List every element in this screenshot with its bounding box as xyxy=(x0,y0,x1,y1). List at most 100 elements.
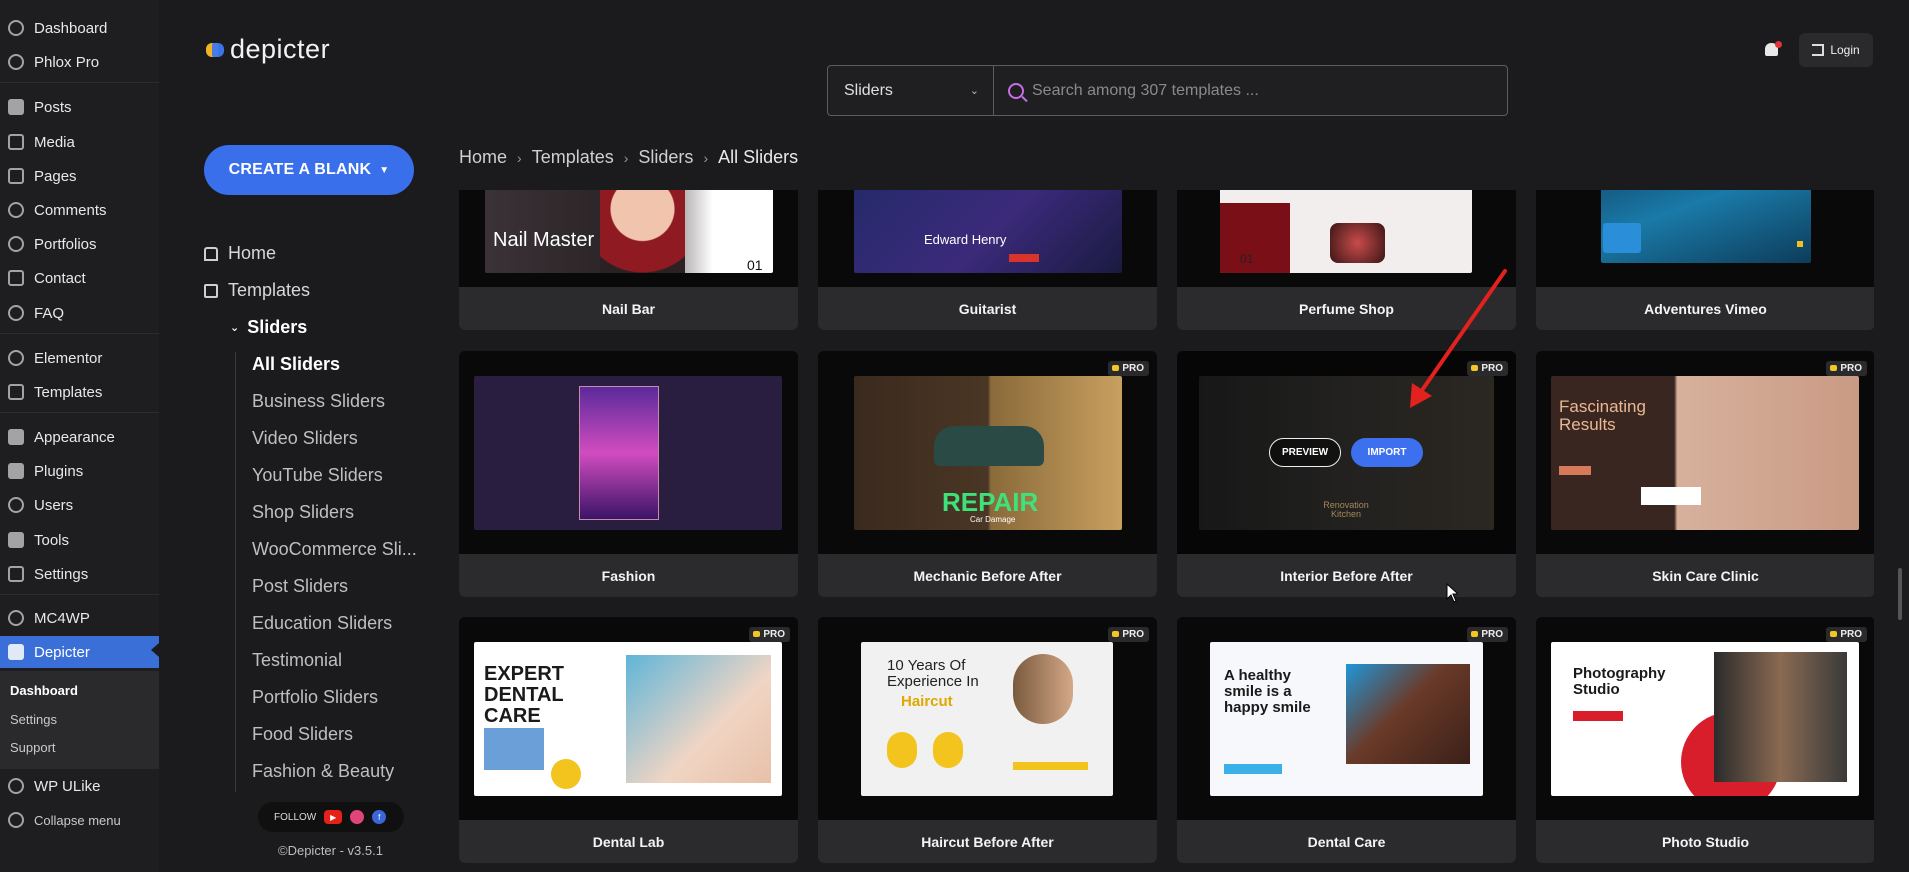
wp-menu-users[interactable]: Users xyxy=(0,491,159,519)
wp-menu-posts[interactable]: Posts xyxy=(0,93,159,121)
category-business-sliders[interactable]: Business Sliders xyxy=(252,391,385,412)
home-icon xyxy=(204,246,218,261)
submenu-settings[interactable]: Settings xyxy=(10,712,57,727)
category-education-sliders[interactable]: Education Sliders xyxy=(252,613,392,634)
pro-badge: PRO xyxy=(1108,361,1149,376)
login-button[interactable]: Login xyxy=(1799,33,1873,67)
wp-menu-contact[interactable]: Contact xyxy=(0,264,159,292)
template-card-guitarist[interactable]: Edward Henry Guitarist xyxy=(818,190,1157,330)
wp-menu-wp-ulike[interactable]: WP ULike xyxy=(0,772,159,800)
gauge-icon xyxy=(8,20,24,36)
depicter-logo[interactable]: depicter xyxy=(206,34,330,65)
divider xyxy=(0,594,159,595)
submenu-support[interactable]: Support xyxy=(10,740,56,755)
pro-badge: PRO xyxy=(1108,627,1149,642)
template-card-fashion[interactable]: Fashion xyxy=(459,351,798,597)
template-card-mechanic-before-after[interactable]: REPAIR Car Damage PRO Mechanic Before Af… xyxy=(818,351,1157,597)
search-input[interactable] xyxy=(1024,66,1507,115)
thumb-title: EXPERT DENTAL CARE xyxy=(484,663,565,727)
scrollbar-thumb[interactable] xyxy=(1898,568,1902,620)
category-portfolio-sliders[interactable]: Portfolio Sliders xyxy=(252,687,378,708)
category-all-sliders[interactable]: All Sliders xyxy=(252,354,340,375)
template-card-haircut-before-after[interactable]: 10 Years Of Experience In Haircut PRO Ha… xyxy=(818,617,1157,863)
card-title: Guitarist xyxy=(818,287,1157,330)
card-title: Mechanic Before After xyxy=(818,554,1157,597)
wp-menu-label: Plugins xyxy=(34,462,84,480)
breadcrumb-sliders[interactable]: Sliders xyxy=(638,147,693,168)
wp-menu-templates[interactable]: Templates xyxy=(0,378,159,406)
category-post-sliders[interactable]: Post Sliders xyxy=(252,576,348,597)
thumb-accent xyxy=(1559,466,1591,475)
wp-menu-comments[interactable]: Comments xyxy=(0,196,159,224)
create-blank-button[interactable]: CREATE A BLANK ▼ xyxy=(204,145,414,195)
category-woocommerce-sliders[interactable]: WooCommerce Sli... xyxy=(252,539,417,560)
card-thumbnail xyxy=(1536,190,1874,287)
search-icon xyxy=(1008,82,1024,99)
wp-menu-appearance[interactable]: Appearance xyxy=(0,423,159,451)
wp-menu-phlox-pro[interactable]: Phlox Pro xyxy=(0,48,159,76)
dribbble-icon[interactable] xyxy=(350,810,365,824)
wp-menu-label: Portfolios xyxy=(34,235,97,253)
import-button[interactable]: IMPORT xyxy=(1351,438,1423,467)
wp-menu-label: Comments xyxy=(34,201,107,219)
thumb-title: 10 Years Of Experience In xyxy=(887,657,979,690)
template-card-photo-studio[interactable]: Photography Studio PRO Photo Studio xyxy=(1536,617,1874,863)
submenu-dashboard[interactable]: Dashboard xyxy=(10,683,78,698)
wp-menu-elementor[interactable]: Elementor xyxy=(0,344,159,372)
thumb-accent xyxy=(1013,762,1088,770)
nav-home[interactable]: Home xyxy=(204,243,276,264)
category-shop-sliders[interactable]: Shop Sliders xyxy=(252,502,354,523)
thumb-accent xyxy=(1009,254,1039,262)
category-food-sliders[interactable]: Food Sliders xyxy=(252,724,353,745)
slide-preview-image xyxy=(1601,190,1811,263)
search-bar: Sliders ⌄ xyxy=(827,65,1508,116)
model-photo xyxy=(626,655,771,783)
wp-menu-dashboard[interactable]: Dashboard xyxy=(0,14,159,42)
template-card-nail-bar[interactable]: Nail Master 01 Nail Bar xyxy=(459,190,798,330)
category-video-sliders[interactable]: Video Sliders xyxy=(252,428,358,449)
wp-menu-collapse[interactable]: Collapse menu xyxy=(0,806,159,834)
category-testimonial[interactable]: Testimonial xyxy=(252,650,342,671)
wp-menu-mc4wp[interactable]: MC4WP xyxy=(0,604,159,632)
card-title: Dental Care xyxy=(1177,820,1516,863)
category-youtube-sliders[interactable]: YouTube Sliders xyxy=(252,465,383,486)
template-card-skin-care-clinic[interactable]: Fascinating Results PRO Skin Care Clinic xyxy=(1536,351,1874,597)
nav-templates[interactable]: Templates xyxy=(204,280,310,301)
wp-menu-depicter[interactable]: Depicter xyxy=(0,636,159,668)
wp-menu-faq[interactable]: FAQ xyxy=(0,299,159,327)
template-type-select[interactable]: Sliders ⌄ xyxy=(828,66,994,115)
card-thumbnail: A healthy smile is a happy smile xyxy=(1177,617,1516,820)
nav-sliders[interactable]: ⌄ Sliders xyxy=(230,317,307,338)
pro-badge: PRO xyxy=(1826,627,1867,642)
template-card-dental-lab[interactable]: EXPERT DENTAL CARE PRO Dental Lab xyxy=(459,617,798,863)
youtube-icon[interactable]: ▶ xyxy=(324,810,343,824)
preview-button[interactable]: PREVIEW xyxy=(1269,438,1341,467)
wp-menu-plugins[interactable]: Plugins xyxy=(0,457,159,485)
breadcrumb-templates[interactable]: Templates xyxy=(532,147,614,168)
category-fashion-beauty[interactable]: Fashion & Beauty xyxy=(252,761,394,782)
wp-menu-tools[interactable]: Tools xyxy=(0,526,159,554)
breadcrumb-sep-icon: › xyxy=(703,149,709,166)
wp-menu-pages[interactable]: Pages xyxy=(0,162,159,190)
breadcrumb-home[interactable]: Home xyxy=(459,147,507,168)
notification-bell-icon[interactable] xyxy=(1764,41,1782,58)
divider xyxy=(0,412,159,413)
depicter-logo-icon xyxy=(206,41,226,59)
wp-menu-label: Media xyxy=(34,133,75,151)
wp-menu-label: Users xyxy=(34,496,74,514)
category-line xyxy=(235,352,236,792)
pin-icon xyxy=(8,99,24,115)
facebook-icon[interactable]: f xyxy=(372,810,387,824)
card-thumbnail xyxy=(459,351,798,554)
template-card-dental-care[interactable]: A healthy smile is a happy smile PRO Den… xyxy=(1177,617,1516,863)
wp-menu-portfolios[interactable]: Portfolios xyxy=(0,230,159,258)
templates-icon xyxy=(204,283,218,298)
wp-menu-settings[interactable]: Settings xyxy=(0,560,159,588)
card-title: Adventures Vimeo xyxy=(1536,287,1874,330)
card-title: Skin Care Clinic xyxy=(1536,554,1874,597)
razor-icon xyxy=(933,732,963,768)
template-card-adventures-vimeo[interactable]: Adventures Vimeo xyxy=(1536,190,1874,330)
wp-menu-label: Phlox Pro xyxy=(34,53,100,71)
card-title: Photo Studio xyxy=(1536,820,1874,863)
wp-menu-media[interactable]: Media xyxy=(0,128,159,156)
